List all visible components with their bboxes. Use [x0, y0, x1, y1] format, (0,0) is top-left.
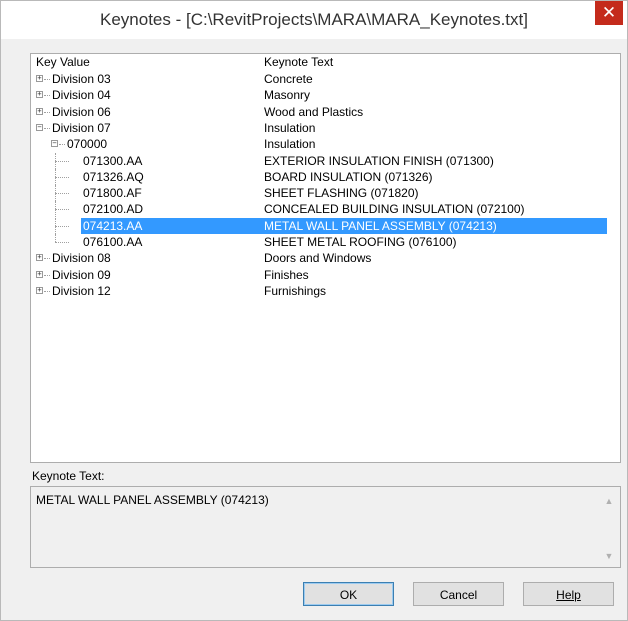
tree-row[interactable]: + Division 09 Finishes	[31, 267, 620, 283]
expand-icon[interactable]: +	[36, 270, 43, 278]
tree-row-key: 072100.AD	[83, 202, 144, 217]
tree-connector	[55, 185, 56, 202]
tree-row-text: BOARD INSULATION (071326)	[264, 169, 433, 184]
tree-connector	[44, 290, 50, 292]
keynote-text-box[interactable]: METAL WALL PANEL ASSEMBLY (074213) ▲ ▼	[30, 486, 621, 568]
tree-row[interactable]: 071326.AQ BOARD INSULATION (071326)	[31, 168, 620, 185]
tree-connector	[55, 225, 69, 227]
tree-row[interactable]: − 070000 Insulation	[31, 136, 620, 152]
tree-connector	[44, 258, 50, 260]
tree-row-text: Masonry	[264, 88, 311, 103]
tree-row-key: Division 04	[52, 88, 111, 103]
keynotes-dialog: Keynotes - [C:\RevitProjects\MARA\MARA_K…	[0, 0, 628, 621]
tree-row[interactable]: + Division 04 Masonry	[31, 87, 620, 103]
tree-row[interactable]: 074213.AA METAL WALL PANEL ASSEMBLY (0742…	[31, 217, 620, 234]
tree-row-key: Division 06	[52, 104, 111, 119]
tree-row-text: Insulation	[264, 137, 316, 152]
tree-row[interactable]: + Division 08 Doors and Windows	[31, 250, 620, 266]
tree-connector	[55, 176, 69, 178]
scroll-up-icon[interactable]: ▲	[604, 496, 614, 506]
collapse-icon[interactable]: −	[51, 140, 58, 148]
tree-connector	[55, 217, 56, 234]
tree-row-key: 071800.AF	[83, 186, 142, 201]
tree-connector	[44, 111, 50, 113]
tree-row-text: Insulation	[264, 120, 316, 135]
tree-row-key: 070000	[67, 137, 108, 152]
tree-row-text: Finishes	[264, 267, 309, 282]
close-button[interactable]: ✕	[595, 1, 623, 25]
column-header-key[interactable]: Key Value	[36, 55, 90, 70]
tree-row-text: Concrete	[264, 72, 313, 86]
column-header-text[interactable]: Keynote Text	[264, 55, 333, 70]
cancel-button[interactable]: Cancel	[413, 582, 504, 606]
window-title: Keynotes - [C:\RevitProjects\MARA\MARA_K…	[100, 10, 528, 29]
keynote-text-value: METAL WALL PANEL ASSEMBLY (074213)	[36, 493, 269, 507]
tree-row-key: Division 12	[52, 283, 111, 298]
tree-row[interactable]: + Division 03 Concrete	[31, 71, 620, 87]
tree-row-key: 074213.AA	[83, 218, 143, 233]
keynote-text-label: Keynote Text:	[32, 469, 105, 483]
tree-connector	[55, 152, 56, 169]
tree-row-text: CONCEALED BUILDING INSULATION (072100)	[264, 202, 525, 217]
tree-connector	[44, 274, 50, 276]
tree-connector	[44, 95, 50, 97]
tree-row-text: Wood and Plastics	[264, 104, 364, 119]
tree-row-text: Doors and Windows	[264, 251, 372, 266]
ok-button[interactable]: OK	[303, 582, 394, 606]
tree-row-text: EXTERIOR INSULATION FINISH (071300)	[264, 153, 494, 168]
tree-connector	[55, 160, 69, 162]
tree-row-key: Division 03	[52, 72, 111, 86]
tree-connector	[55, 201, 56, 218]
expand-icon[interactable]: +	[36, 286, 43, 294]
help-button-label: Help	[556, 588, 581, 602]
tree-row[interactable]: + Division 12 Furnishings	[31, 283, 620, 299]
tree-connector	[55, 209, 69, 211]
tree-row-text: Furnishings	[264, 283, 327, 298]
scroll-down-icon[interactable]: ▼	[604, 551, 614, 561]
tree-row-text: SHEET FLASHING (071820)	[264, 186, 419, 201]
tree-row-text: SHEET METAL ROOFING (076100)	[264, 235, 457, 249]
tree-connector	[55, 234, 56, 242]
tree-row[interactable]: 076100.AA SHEET METAL ROOFING (076100)	[31, 234, 620, 250]
tree-row[interactable]: 071800.AF SHEET FLASHING (071820)	[31, 185, 620, 202]
tree-connector	[44, 79, 50, 80]
title-bar: Keynotes - [C:\RevitProjects\MARA\MARA_K…	[1, 1, 627, 39]
tree-row-key: 071326.AQ	[83, 169, 144, 184]
tree-row[interactable]: 072100.AD CONCEALED BUILDING INSULATION (…	[31, 201, 620, 218]
tree-connector	[44, 127, 50, 129]
expand-icon[interactable]: +	[36, 107, 43, 115]
tree-row-key: Division 09	[52, 267, 111, 282]
keynote-tree[interactable]: Key Value Keynote Text + Division 03 Concr…	[30, 53, 621, 463]
tree-row-key: Division 07	[52, 120, 111, 135]
tree-connector	[55, 242, 69, 243]
tree-row-key: 076100.AA	[83, 235, 143, 249]
tree-connector	[55, 193, 69, 195]
expand-icon[interactable]: +	[36, 91, 43, 99]
tree-row-key: 071300.AA	[83, 153, 143, 168]
expand-icon[interactable]: +	[36, 75, 43, 82]
help-button[interactable]: Help	[523, 582, 614, 606]
tree-connector	[59, 144, 65, 146]
tree-connector	[55, 168, 56, 185]
tree-row[interactable]: 071300.AA EXTERIOR INSULATION FINISH (071…	[31, 152, 620, 169]
collapse-icon[interactable]: −	[36, 123, 43, 131]
expand-icon[interactable]: +	[36, 254, 43, 262]
tree-row-text: METAL WALL PANEL ASSEMBLY (074213)	[264, 218, 497, 233]
tree-row-key: Division 08	[52, 251, 111, 266]
tree-row[interactable]: − Division 07 Insulation	[31, 120, 620, 136]
tree-row[interactable]: + Division 06 Wood and Plastics	[31, 104, 620, 120]
